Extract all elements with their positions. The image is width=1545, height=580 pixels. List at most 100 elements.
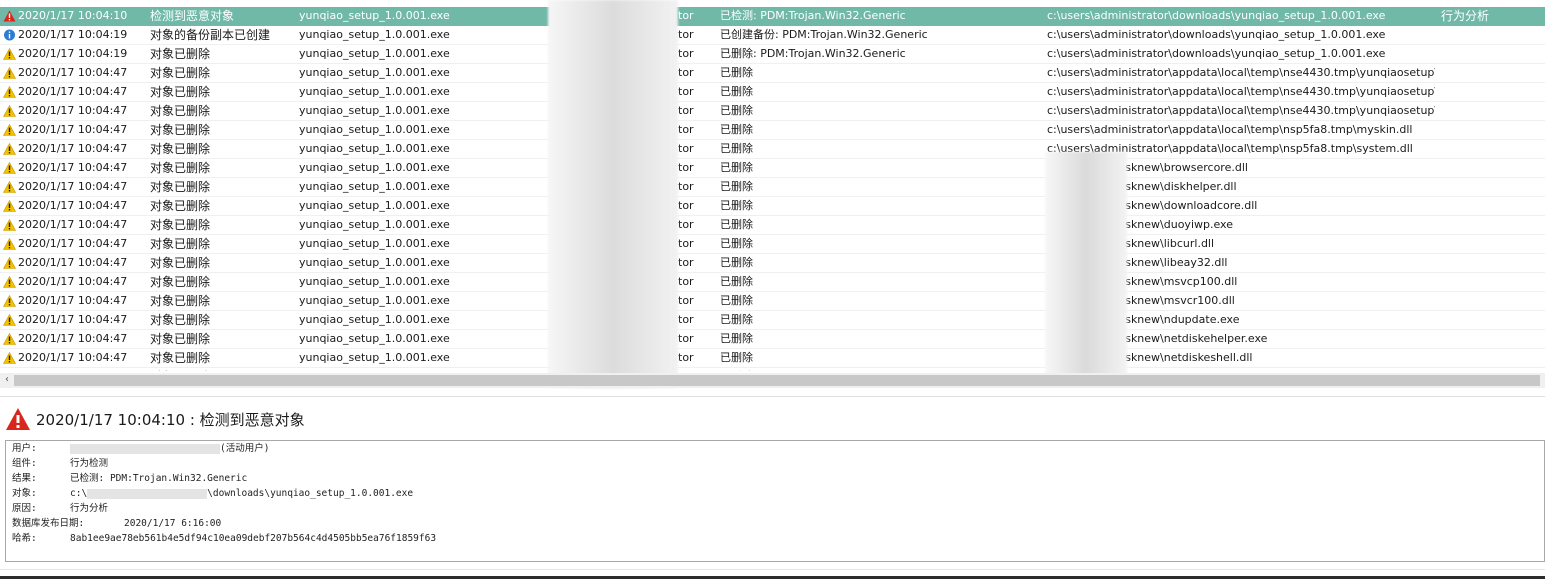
- row-file: yunqiao_setup_1.0.001.exe: [299, 104, 450, 117]
- detail-field-label: 结果:: [12, 473, 37, 484]
- table-row[interactable]: 2020/1/17 10:04:47对象已删除yunqiao_setup_1.0…: [0, 292, 1545, 311]
- row-path: c:\users\administrator\appdata\local\tem…: [1047, 104, 1435, 117]
- row-result: 已删除: [720, 256, 753, 269]
- row-event: 对象已删除: [150, 142, 211, 156]
- table-row[interactable]: 2020/1/17 10:04:47对象已删除yunqiao_setup_1.0…: [0, 121, 1545, 140]
- row-time: 2020/1/17 10:04:47: [18, 199, 128, 212]
- detail-field-label: 用户:: [12, 443, 37, 454]
- scrollbar-thumb[interactable]: [14, 375, 1540, 386]
- warning-icon: [2, 45, 16, 63]
- row-user: tor: [678, 66, 694, 79]
- table-row[interactable]: 2020/1/17 10:04:47对象已删除yunqiao_setup_1.0…: [0, 64, 1545, 83]
- row-file: yunqiao_setup_1.0.001.exe: [299, 123, 450, 136]
- row-user: tor: [678, 180, 694, 193]
- row-event: 对象已删除: [150, 275, 211, 289]
- detail-field-value: c:\ \downloads\yunqiao_setup_1.0.001.exe: [70, 488, 414, 499]
- row-user: tor: [678, 332, 694, 345]
- detail-field: 组件: 行为检测: [12, 457, 108, 471]
- row-path: c:\users\administrator\appdata\local\tem…: [1047, 123, 1413, 136]
- row-event: 对象已删除: [150, 256, 211, 270]
- scroll-left-arrow-icon[interactable]: ‹: [2, 374, 12, 386]
- row-file: yunqiao_setup_1.0.001.exe: [299, 9, 450, 22]
- row-event: 对象已删除: [150, 180, 211, 194]
- table-row[interactable]: 2020/1/17 10:04:47对象已删除yunqiao_setup_1.0…: [0, 178, 1545, 197]
- table-row[interactable]: 2020/1/17 10:04:47对象已删除yunqiao_setup_1.0…: [0, 330, 1545, 349]
- warning-icon: [2, 102, 16, 120]
- row-event: 对象已删除: [150, 47, 211, 61]
- row-user: tor: [678, 313, 694, 326]
- table-row[interactable]: 2020/1/17 10:04:47对象已删除yunqiao_setup_1.0…: [0, 349, 1545, 368]
- row-result: 已删除: [720, 104, 753, 117]
- warning-icon: [2, 254, 16, 272]
- detail-title: 2020/1/17 10:04:10 : 检测到恶意对象: [36, 410, 305, 429]
- horizontal-scrollbar[interactable]: ‹: [0, 373, 1545, 388]
- row-event: 对象已删除: [150, 85, 211, 99]
- row-time: 2020/1/17 10:04:19: [18, 28, 128, 41]
- row-time: 2020/1/17 10:04:47: [18, 294, 128, 307]
- warning-icon: [2, 292, 16, 310]
- row-time: 2020/1/17 10:04:47: [18, 104, 128, 117]
- row-time: 2020/1/17 10:04:47: [18, 123, 128, 136]
- table-row[interactable]: 2020/1/17 10:04:47对象已删除yunqiao_setup_1.0…: [0, 197, 1545, 216]
- warning-icon: [2, 273, 16, 291]
- detail-field-value: 8ab1ee9ae78eb561b4e5df94c10ea09debf207b5…: [70, 533, 437, 544]
- row-file: yunqiao_setup_1.0.001.exe: [299, 332, 450, 345]
- detail-field: 用户: (活动用户): [12, 442, 269, 456]
- table-row[interactable]: 2020/1/17 10:04:47对象已删除yunqiao_setup_1.0…: [0, 102, 1545, 121]
- table-row[interactable]: 2020/1/17 10:04:47对象已删除yunqiao_setup_1.0…: [0, 159, 1545, 178]
- row-event: 对象已删除: [150, 332, 211, 346]
- row-result: 已删除: [720, 142, 753, 155]
- table-row[interactable]: 2020/1/17 10:04:47对象已删除yunqiao_setup_1.0…: [0, 216, 1545, 235]
- row-time: 2020/1/17 10:04:47: [18, 256, 128, 269]
- row-reason: 行为分析: [1441, 9, 1490, 23]
- detail-field-label: 原因:: [12, 503, 37, 514]
- row-result: 已删除: PDM:Trojan.Win32.Generic: [720, 47, 906, 60]
- warning-icon: [2, 235, 16, 253]
- row-user: tor: [678, 256, 694, 269]
- row-file: yunqiao_setup_1.0.001.exe: [299, 275, 450, 288]
- row-file: yunqiao_setup_1.0.001.exe: [299, 199, 450, 212]
- row-result: 已删除: [720, 161, 753, 174]
- table-row[interactable]: 2020/1/17 10:04:19 对象的备份副本已创建 yunqiao_setu…: [0, 26, 1545, 45]
- event-list[interactable]: 2020/1/17 10:04:10 检测到恶意对象 yunqiao_setup_1…: [0, 7, 1545, 371]
- row-file: yunqiao_setup_1.0.001.exe: [299, 256, 450, 269]
- table-row[interactable]: 2020/1/17 10:04:47 对象已删除 yunqiao_setup_1.0…: [0, 273, 1545, 292]
- row-file: yunqiao_setup_1.0.001.exe: [299, 180, 450, 193]
- table-row[interactable]: 2020/1/17 10:04:47对象已删除yunqiao_setup_1.0…: [0, 311, 1545, 330]
- row-path: c:\users\administrator\appdata\local\tem…: [1047, 66, 1435, 79]
- table-row[interactable]: 2020/1/17 10:04:47对象已删除yunqiao_setup_1.0…: [0, 368, 1545, 371]
- table-row[interactable]: 2020/1/17 10:04:47对象已删除yunqiao_setup_1.0…: [0, 235, 1545, 254]
- row-file: yunqiao_setup_1.0.001.exe: [299, 161, 450, 174]
- row-file: yunqiao_setup_1.0.001.exe: [299, 294, 450, 307]
- row-result: 已删除: [720, 368, 1046, 371]
- row-user: tor: [678, 351, 694, 364]
- row-time: 2020/1/17 10:04:47: [18, 368, 146, 371]
- warning-icon: [2, 140, 16, 158]
- warning-icon: [2, 83, 16, 101]
- row-user: tor: [678, 218, 694, 231]
- row-user: tor: [678, 368, 718, 371]
- row-result: 已删除: [720, 66, 753, 79]
- detail-field-label: 数据库发布日期:: [12, 518, 85, 529]
- table-row[interactable]: 2020/1/17 10:04:47对象已删除yunqiao_setup_1.0…: [0, 83, 1545, 102]
- row-time: 2020/1/17 10:04:47: [18, 85, 128, 98]
- warning-icon: [2, 121, 16, 139]
- table-row[interactable]: 2020/1/17 10:04:19 对象已删除 yunqiao_setup_1.0…: [0, 45, 1545, 64]
- detail-field-label: 组件:: [12, 458, 37, 469]
- row-user: tor: [678, 9, 694, 22]
- row-path: c:\users\administrator\downloads\yunqiao…: [1047, 9, 1386, 22]
- row-file: yunqiao_setup_1.0.001.exe: [299, 47, 450, 60]
- detail-panel[interactable]: 用户: (活动用户) 组件: 行为检测 结果: 已检测: PDM:Trojan.Win32…: [5, 440, 1545, 562]
- redacted-text: [70, 443, 220, 454]
- table-row[interactable]: 2020/1/17 10:04:47 对象已删除 yunqiao_setup_1.0…: [0, 254, 1545, 273]
- table-row[interactable]: 2020/1/17 10:04:47对象已删除yunqiao_setup_1.0…: [0, 140, 1545, 159]
- warning-icon: [2, 330, 16, 348]
- warning-icon: [2, 311, 16, 329]
- row-result: 已删除: [720, 85, 753, 98]
- row-result: 已删除: [720, 180, 753, 193]
- row-time: 2020/1/17 10:04:47: [18, 275, 128, 288]
- row-result: 已删除: [720, 123, 753, 136]
- row-user: tor: [678, 142, 694, 155]
- row-user: tor: [678, 28, 694, 41]
- table-row[interactable]: 2020/1/17 10:04:10 检测到恶意对象 yunqiao_setup_1…: [0, 7, 1545, 26]
